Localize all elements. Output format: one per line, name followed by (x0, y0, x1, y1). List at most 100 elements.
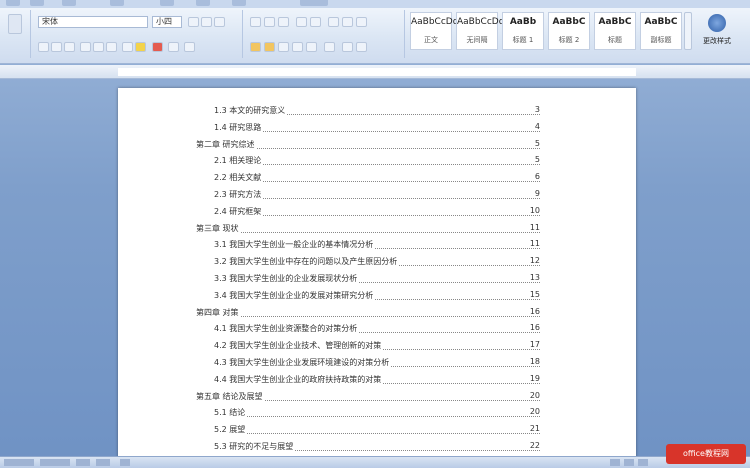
view-fullscreen-button[interactable] (624, 459, 634, 466)
view-print-layout-button[interactable] (610, 459, 620, 466)
insert-mode-status[interactable] (96, 459, 110, 466)
view-web-button[interactable] (638, 459, 648, 466)
font-color-button[interactable] (152, 42, 163, 52)
style-title[interactable]: AaBbC 标题 (594, 12, 636, 50)
bold-button[interactable] (38, 42, 49, 52)
bullets-button[interactable] (250, 17, 261, 27)
toc-chapter-row[interactable]: 第四章 对策 16 (118, 304, 636, 321)
toc-section-row[interactable]: 3.4 我国大学生创业企业的发展对策研究分析 15 (118, 287, 636, 304)
style-label: 标题 1 (512, 36, 534, 44)
decrease-indent-button[interactable] (296, 17, 307, 27)
toc-section-row[interactable]: 1.3 本文的研究意义 3 (118, 102, 636, 119)
sort-button[interactable] (342, 17, 353, 27)
toc-section-row[interactable]: 2.3 研究方法 9 (118, 186, 636, 203)
char-border-button[interactable] (184, 42, 195, 52)
increase-indent-button[interactable] (310, 17, 321, 27)
borders-button[interactable] (356, 42, 367, 52)
multilevel-list-button[interactable] (278, 17, 289, 27)
style-label: 标题 (608, 36, 622, 44)
style-heading-1[interactable]: AaBb 标题 1 (502, 12, 544, 50)
ribbon-tab[interactable] (160, 0, 174, 6)
toc-entry-text: 第二章 研究综述 (196, 138, 257, 150)
font-size-combo[interactable]: 小四 (152, 16, 182, 28)
toc-section-row[interactable]: 4.3 我国大学生创业企业发展环境建设的对策分析 18 (118, 354, 636, 371)
toc-section-row[interactable]: 2.4 研究框架 10 (118, 203, 636, 220)
shading-button[interactable] (342, 42, 353, 52)
toc-section-row[interactable]: 3.2 我国大学生创业中存在的问题以及产生原因分析 12 (118, 253, 636, 270)
align-left-button[interactable] (250, 42, 261, 52)
site-logo: office教程网 (666, 444, 746, 464)
ribbon-tab[interactable] (6, 0, 20, 6)
ribbon-tab[interactable] (196, 0, 210, 6)
style-subtitle[interactable]: AaBbC 副标题 (640, 12, 682, 50)
change-case-button[interactable] (122, 42, 133, 52)
toc-entry-text: 4.4 我国大学生创业企业的政府扶持政策的对策 (214, 373, 384, 385)
style-heading-2[interactable]: AaBbC 标题 2 (548, 12, 590, 50)
style-sample: AaBbC (598, 17, 632, 27)
toc-section-row[interactable]: 5.3 研究的不足与展望 22 (118, 438, 636, 455)
highlight-button[interactable] (135, 42, 146, 52)
style-sample: AaBb (509, 17, 537, 27)
toc-section-row[interactable]: 4.4 我国大学生创业企业的政府扶持政策的对策 19 (118, 371, 636, 388)
style-no-spacing[interactable]: AaBbCcDd 无间隔 (456, 12, 504, 50)
italic-button[interactable] (51, 42, 62, 52)
toc-entry-text: 4.1 我国大学生创业资源整合的对策分析 (214, 323, 360, 335)
justify-button[interactable] (292, 42, 303, 52)
line-spacing-button[interactable] (324, 42, 335, 52)
toc-chapter-row[interactable]: 第五章 结论及展望 20 (118, 388, 636, 405)
grow-font-button[interactable] (188, 17, 199, 27)
superscript-button[interactable] (106, 42, 117, 52)
ribbon-tab[interactable] (232, 0, 246, 6)
align-right-button[interactable] (278, 42, 289, 52)
ribbon-tab[interactable] (300, 0, 328, 6)
strikethrough-button[interactable] (80, 42, 91, 52)
toc-section-row[interactable]: 3.1 我国大学生创业一般企业的基本情况分析 11 (118, 236, 636, 253)
distributed-button[interactable] (306, 42, 317, 52)
toc-section-row[interactable]: 5.2 展望 21 (118, 421, 636, 438)
macro-status[interactable] (120, 459, 130, 466)
word-count-status[interactable] (40, 459, 70, 466)
char-shading-button[interactable] (168, 42, 179, 52)
ribbon: 宋体 小四 AaBbCcDd 正文 AaBbCcDd 无间隔 AaBb 标题 1… (0, 0, 750, 64)
style-normal[interactable]: AaBbCcDd 正文 (410, 12, 458, 50)
ribbon-tab[interactable] (110, 0, 124, 6)
clear-format-button[interactable] (214, 17, 225, 27)
toc-chapter-row[interactable]: 第二章 研究综述 5 (118, 136, 636, 153)
toc-entry-text: 1.3 本文的研究意义 (214, 105, 288, 116)
horizontal-ruler[interactable] (0, 65, 750, 79)
subscript-button[interactable] (93, 42, 104, 52)
toc-section-row[interactable]: 5.1 结论 20 (118, 404, 636, 421)
toc-section-row[interactable]: 1.4 研究思路 4 (118, 119, 636, 136)
align-center-button[interactable] (264, 42, 275, 52)
toc-page-number: 22 (527, 440, 540, 450)
toc-page-number: 9 (532, 188, 540, 198)
toc-page-number: 5 (532, 138, 540, 148)
styles-more-button[interactable] (684, 12, 692, 50)
toc-page-number: 20 (527, 407, 540, 417)
toc-entry-text: 第五章 结论及展望 (196, 390, 265, 402)
toc-section-row[interactable]: 3.3 我国大学生创业的企业发展现状分析 13 (118, 270, 636, 287)
toc-section-row[interactable]: 2.1 相关理论 5 (118, 152, 636, 169)
font-name-combo[interactable]: 宋体 (38, 16, 148, 28)
toc-section-row[interactable]: 4.1 我国大学生创业资源整合的对策分析 16 (118, 320, 636, 337)
toc-section-row[interactable]: 4.2 我国大学生创业企业技术、管理创新的对策 17 (118, 337, 636, 354)
toc-section-row[interactable]: 2.2 相关文献 6 (118, 169, 636, 186)
page-count-status[interactable] (4, 459, 34, 466)
ribbon-tab[interactable] (30, 0, 44, 6)
toc-leader-dots (214, 433, 540, 435)
style-sample: AaBbC (552, 17, 586, 27)
toc-chapter-row[interactable]: 第三章 现状 11 (118, 220, 636, 237)
ribbon-tab[interactable] (62, 0, 76, 6)
numbering-button[interactable] (264, 17, 275, 27)
paragraph-group (244, 10, 405, 58)
language-status[interactable] (76, 459, 90, 466)
toc-page-number: 16 (527, 306, 540, 316)
chinese-layout-button[interactable] (328, 17, 339, 27)
shrink-font-button[interactable] (201, 17, 212, 27)
table-of-contents: 1.3 本文的研究意义 3 1.4 研究思路 4 第二章 研究综述 5 2.1 相关理论 5 2… (118, 102, 636, 455)
change-styles-button[interactable]: 更改样式 (702, 12, 732, 50)
show-marks-button[interactable] (356, 17, 367, 27)
paste-button[interactable] (8, 14, 22, 34)
document-page[interactable]: 1.3 本文的研究意义 3 1.4 研究思路 4 第二章 研究综述 5 2.1 相关理论 5 2… (118, 88, 636, 460)
underline-button[interactable] (64, 42, 75, 52)
